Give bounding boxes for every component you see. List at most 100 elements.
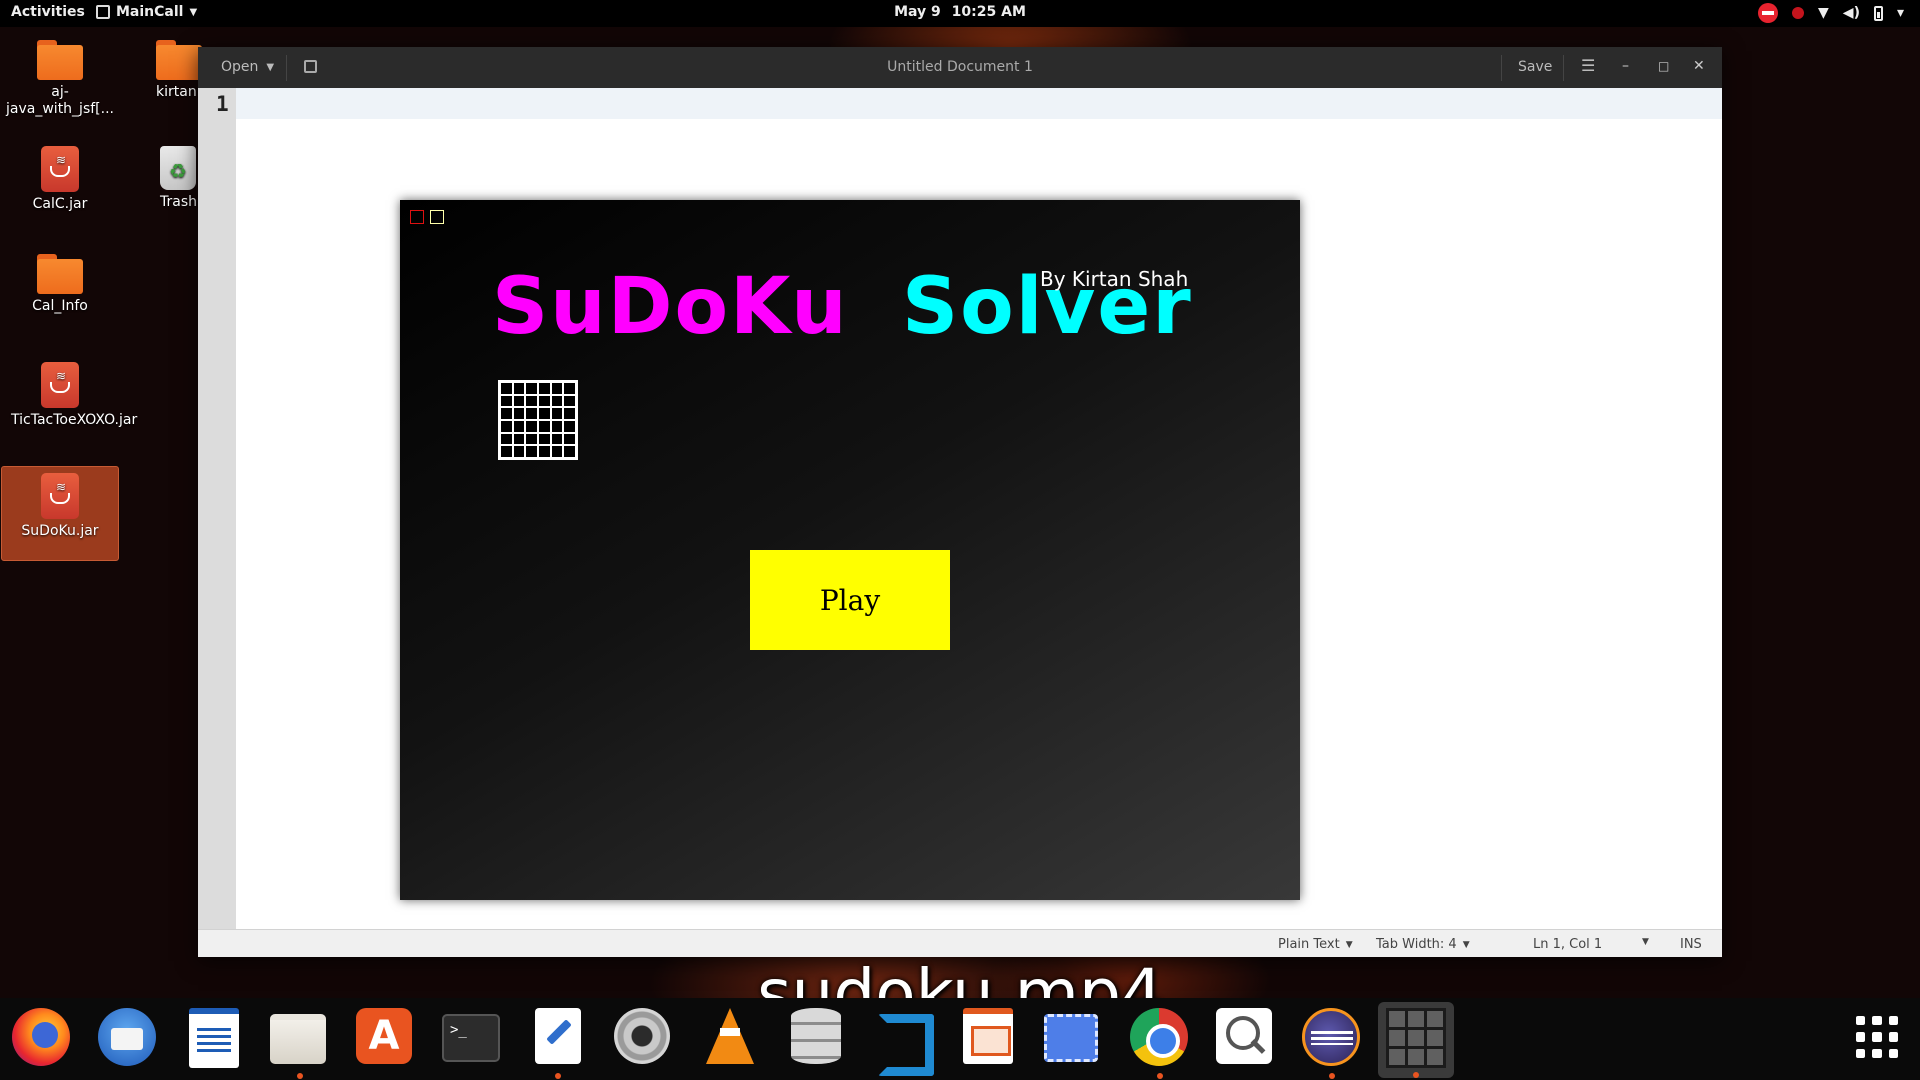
running-indicator: [297, 1073, 303, 1079]
dock-item-software[interactable]: A: [356, 1008, 416, 1068]
vlc-icon: [706, 1008, 754, 1064]
desktop-icon-tictactoe-jar[interactable]: ≋ TicTacToeXOXO.jar: [5, 362, 138, 429]
system-tray[interactable]: ▼ ◀) ▾: [1758, 3, 1904, 23]
firefox-icon: [12, 1008, 70, 1066]
document-title: Untitled Document 1: [887, 59, 1033, 75]
desktop-icon-aj-java-folder[interactable]: aj-java_with_jsf[...: [5, 40, 115, 118]
java-jar-icon: ≋: [41, 146, 79, 192]
dock-item-writer[interactable]: [184, 1008, 244, 1068]
dock-item-firefox[interactable]: [12, 1008, 72, 1068]
java-jar-icon: ≋: [41, 362, 79, 408]
sudoku-cube-icon: [1386, 1008, 1446, 1068]
libreoffice-writer-icon: [189, 1008, 239, 1068]
header-divider: [1563, 55, 1564, 81]
dock-item-vlc[interactable]: [700, 1008, 760, 1068]
current-line-highlight[interactable]: [236, 88, 1722, 119]
desktop-icon-label: SuDoKu.jar: [21, 523, 99, 539]
sudoku-app-window: SuDoKu Solver By Kirtan Shah Play: [400, 200, 1300, 900]
dock-item-eclipse[interactable]: [1302, 1008, 1362, 1079]
insert-mode-indicator[interactable]: INS: [1680, 937, 1702, 952]
tab-width-label: Tab Width: 4: [1376, 937, 1457, 952]
minimize-icon[interactable]: –: [1622, 58, 1629, 74]
recording-icon[interactable]: [1792, 7, 1805, 19]
save-button[interactable]: Save: [1518, 59, 1552, 75]
search-tool-icon: [1216, 1008, 1272, 1064]
running-indicator: [1413, 1072, 1419, 1078]
do-not-disturb-icon[interactable]: [1758, 3, 1779, 23]
cursor-position-selector[interactable]: Ln 1, Col 1: [1533, 937, 1602, 952]
home-folder-icon: [156, 40, 202, 80]
editor-status-bar: Plain Text ▼ Tab Width: 4 ▼ Ln 1, Col 1 …: [198, 929, 1722, 957]
battery-icon[interactable]: [1873, 5, 1883, 21]
screenshot-icon: [1044, 1014, 1098, 1062]
red-square-indicator[interactable]: [410, 210, 424, 224]
language-selector[interactable]: Plain Text ▼: [1278, 937, 1353, 952]
dock-item-thunderbird[interactable]: [98, 1008, 158, 1068]
cursor-position-label: Ln 1, Col 1: [1533, 937, 1603, 952]
desktop-icon-sudoku-jar[interactable]: ≋ SuDoKu.jar: [1, 466, 119, 561]
editor-header-bar: Open ▼ Untitled Document 1 Save ☰ – □ ✕: [198, 47, 1722, 88]
chevron-down-icon: ▼: [1462, 939, 1470, 950]
desktop-icon-label: aj-java_with_jsf[...: [6, 84, 114, 117]
folder-icon: [37, 254, 83, 294]
files-icon: [270, 1014, 326, 1064]
top-bar: Activities MainCall ▼ May 9 10:25 AM ▼ ◀…: [0, 0, 1920, 27]
clock[interactable]: May 9 10:25 AM: [0, 4, 1920, 20]
database-icon: [791, 1008, 841, 1064]
show-applications-icon[interactable]: [1856, 1016, 1898, 1058]
clock-time: 10:25 AM: [951, 4, 1026, 20]
sudoku-grid-icon: [498, 380, 578, 460]
chevron-down-icon: ▼: [1345, 939, 1353, 950]
dock-item-impress[interactable]: [958, 1008, 1018, 1068]
vscode-icon: [872, 1008, 934, 1076]
dock-item-search-tool[interactable]: [1216, 1008, 1276, 1068]
volume-icon[interactable]: ◀): [1843, 5, 1860, 21]
hamburger-menu-icon[interactable]: ☰: [1581, 56, 1595, 75]
running-indicator: [1329, 1073, 1335, 1079]
line-number-gutter: 1: [198, 88, 236, 929]
dock-item-vscode[interactable]: [872, 1008, 934, 1076]
libreoffice-impress-icon: [963, 1008, 1013, 1064]
language-label: Plain Text: [1278, 937, 1340, 952]
dock-item-chrome[interactable]: [1130, 1008, 1190, 1079]
desktop-icon-calc-jar[interactable]: ≋ CalC.jar: [5, 146, 115, 213]
dock-item-sudoku-app[interactable]: [1378, 1002, 1454, 1078]
chrome-icon: [1130, 1008, 1188, 1066]
desktop-icon-label: Cal_Info: [32, 298, 88, 314]
software-center-icon: A: [356, 1008, 412, 1064]
dock-item-terminal[interactable]: >_: [442, 1008, 502, 1068]
folder-icon: [37, 40, 83, 80]
play-button[interactable]: Play: [750, 550, 950, 650]
trash-icon: ♻: [160, 146, 196, 190]
dock-item-settings[interactable]: [614, 1008, 674, 1068]
dock-item-text-editor[interactable]: [528, 1008, 588, 1079]
clock-date: May 9: [894, 4, 941, 20]
chevron-down-icon[interactable]: ▼: [1642, 937, 1649, 947]
chevron-down-icon[interactable]: ▾: [1897, 5, 1904, 21]
sudoku-title: SuDoKu: [492, 262, 849, 352]
insert-mode-label: INS: [1680, 937, 1702, 952]
close-icon[interactable]: ✕: [1693, 58, 1705, 74]
settings-icon: [614, 1008, 670, 1064]
eclipse-icon: [1302, 1008, 1360, 1066]
desktop-icon-label: TicTacToeXOXO.jar: [11, 412, 138, 428]
thunderbird-icon: [98, 1008, 156, 1066]
author-byline: By Kirtan Shah: [1040, 267, 1189, 291]
running-indicator: [555, 1073, 561, 1079]
dock-item-database[interactable]: [786, 1008, 846, 1068]
header-divider: [1501, 55, 1502, 81]
dock: A >_: [0, 998, 1920, 1080]
line-number: 1: [216, 92, 229, 116]
dock-item-files[interactable]: [270, 1008, 330, 1079]
tab-width-selector[interactable]: Tab Width: 4 ▼: [1376, 937, 1470, 952]
running-indicator: [1157, 1073, 1163, 1079]
dock-item-screenshot[interactable]: [1044, 1008, 1104, 1068]
java-jar-icon: ≋: [41, 473, 79, 519]
desktop-icon-label: CalC.jar: [32, 196, 88, 212]
yellow-square-indicator[interactable]: [430, 210, 444, 224]
wifi-icon[interactable]: ▼: [1818, 5, 1829, 21]
terminal-icon: >_: [442, 1014, 500, 1062]
text-editor-icon: [535, 1008, 581, 1064]
maximize-icon[interactable]: □: [1658, 59, 1669, 73]
desktop-icon-cal-info-folder[interactable]: Cal_Info: [5, 254, 115, 315]
